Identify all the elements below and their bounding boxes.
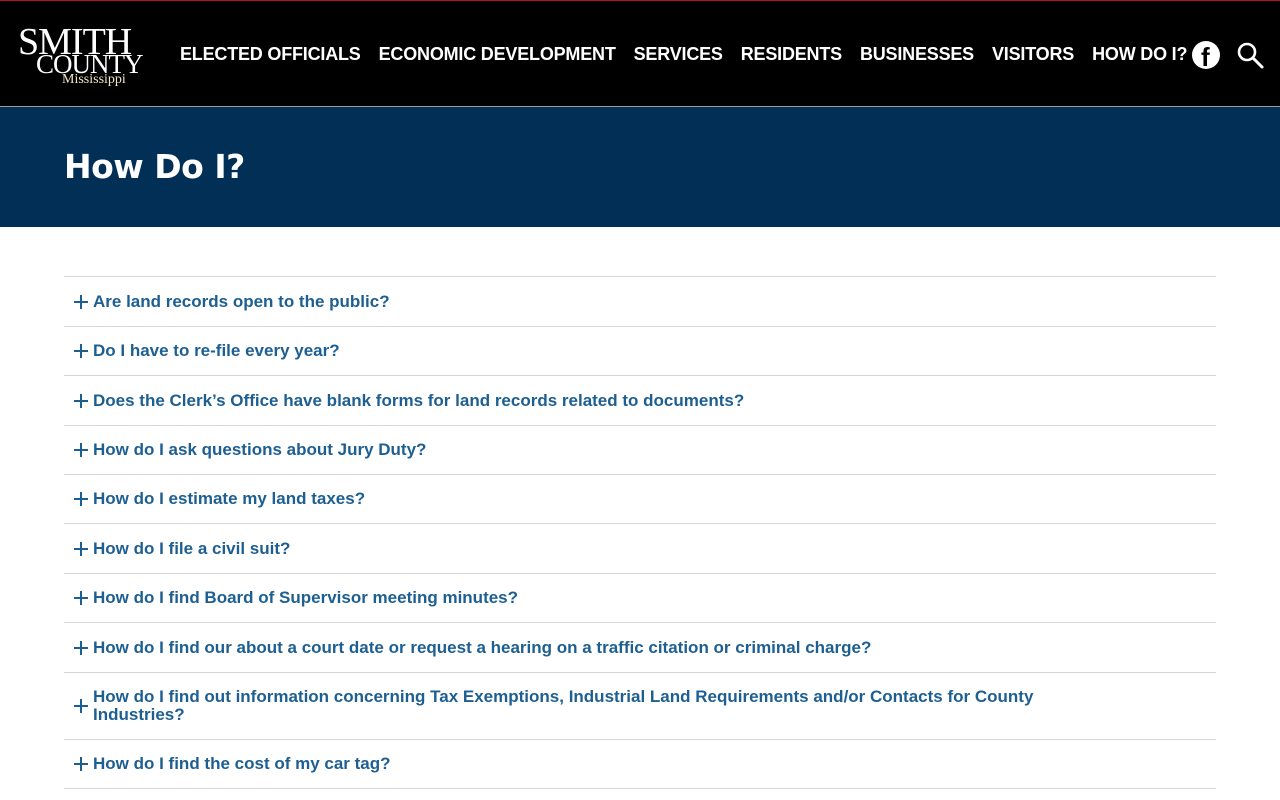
search-icon[interactable] (1236, 41, 1264, 69)
plus-icon (74, 699, 88, 713)
faq-question: How do I ask questions about Jury Duty? (93, 440, 427, 459)
plus-icon (74, 294, 88, 309)
faq-question: Are land records open to the public? (93, 291, 390, 311)
logo-line-3: Mississippi (62, 72, 126, 87)
faq-item[interactable]: How do I find out information concerning… (64, 673, 1216, 740)
faq-question: Does the Clerk’s Office have blank forms… (93, 390, 745, 410)
faq-item[interactable]: Are land records open to the public? (64, 277, 1216, 327)
faq-question: How do I file a civil suit? (93, 538, 291, 558)
plus-icon (74, 344, 88, 358)
plus-icon (74, 757, 88, 771)
page-banner: How Do I? (0, 107, 1280, 227)
nav-businesses[interactable]: BUSINESSES (851, 44, 983, 65)
faq-item[interactable]: How do I file a civil suit? (64, 524, 1216, 574)
nav-services[interactable]: SERVICES (625, 44, 732, 65)
plus-icon (74, 591, 88, 605)
faq-item[interactable]: How do I ask questions about Jury Duty? (64, 426, 1216, 475)
faq-item[interactable]: How do I find our about a court date or … (64, 623, 1216, 673)
plus-icon (74, 541, 88, 556)
smith-county-logo[interactable]: SMITH COUNTY Mississippi (18, 23, 143, 89)
plus-icon (74, 443, 88, 457)
faq-question: How do I find our about a court date or … (93, 637, 872, 657)
plus-icon (74, 492, 88, 506)
main-nav: ELECTED OFFICIALS ECONOMIC DEVELOPMENT S… (171, 39, 1196, 69)
nav-elected-officials[interactable]: ELECTED OFFICIALS (171, 44, 370, 65)
nav-economic-development[interactable]: ECONOMIC DEVELOPMENT (370, 44, 625, 65)
faq-accordion: Are land records open to the public? Do … (64, 276, 1216, 789)
nav-residents[interactable]: RESIDENTS (732, 44, 851, 65)
page-title: How Do I? (64, 147, 245, 186)
faq-item[interactable]: How do I find Board of Supervisor meetin… (64, 574, 1216, 623)
faq-question: How do I find the cost of my car tag? (93, 754, 391, 773)
faq-item[interactable]: Do I have to re-file every year? (64, 327, 1216, 376)
facebook-icon[interactable]: f (1192, 41, 1220, 72)
plus-icon (74, 640, 88, 655)
faq-item[interactable]: Does the Clerk’s Office have blank forms… (64, 376, 1216, 426)
faq-item[interactable]: How do I estimate my land taxes? (64, 475, 1216, 524)
faq-question: How do I find Board of Supervisor meetin… (93, 588, 519, 607)
site-header: SMITH COUNTY Mississippi ELECTED OFFICIA… (0, 0, 1280, 107)
faq-question: How do I find out information concerning… (93, 687, 1034, 724)
faq-item[interactable]: How do I find the cost of my car tag? (64, 740, 1216, 789)
nav-visitors[interactable]: VISITORS (983, 44, 1083, 65)
faq-question: How do I estimate my land taxes? (93, 489, 366, 508)
plus-icon (74, 393, 88, 408)
nav-how-do-i[interactable]: HOW DO I? (1083, 44, 1196, 65)
faq-question: Do I have to re-file every year? (93, 341, 340, 360)
